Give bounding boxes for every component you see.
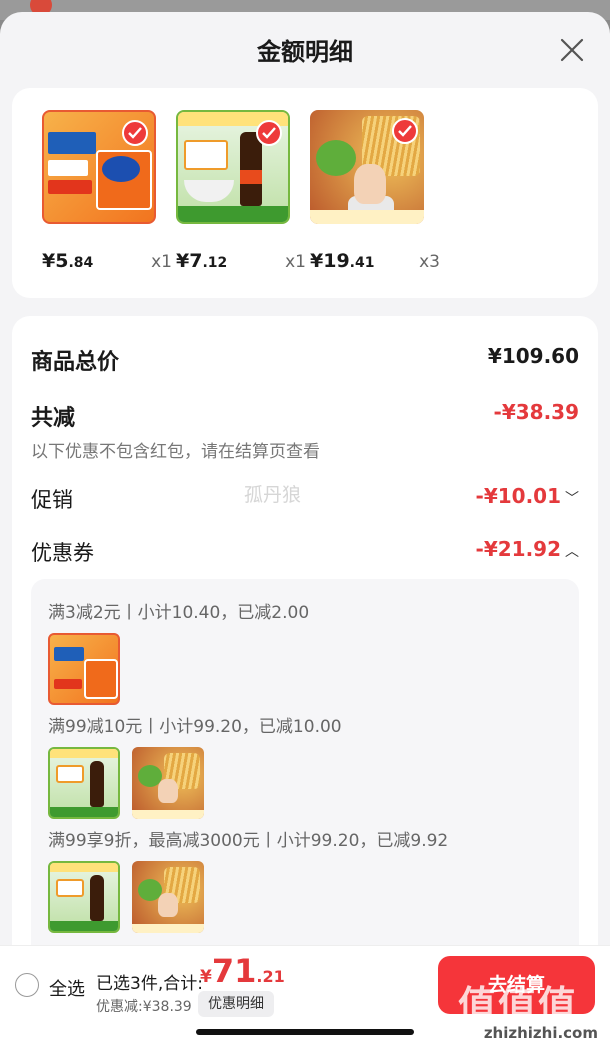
watermark-text: 孤丹狼: [244, 484, 302, 506]
discount-note: 以下优惠不包含红包，请在结算页查看: [31, 442, 320, 462]
coupon-row[interactable]: 优惠券 -¥21.92 ︿: [31, 537, 579, 567]
coupon-value: -¥21.92 ︿: [475, 537, 579, 561]
site-url-watermark: zhizhizhi.com: [483, 1024, 598, 1042]
soy-sauce-product-image: [176, 110, 290, 224]
product-price: ¥19.41: [310, 250, 375, 272]
price-breakdown-card: 商品总价 ¥109.60 共减 -¥38.39 以下优惠不包含红包，请在结算页查…: [12, 316, 598, 1036]
product-price: ¥5.84: [42, 250, 94, 272]
select-all-checkbox[interactable]: [15, 973, 39, 997]
selected-products-card: ¥5.84 x1 ¥7.12 x1 ¥19.41 x3: [12, 88, 598, 298]
checked-icon[interactable]: [256, 120, 282, 146]
discount-amount-text: 优惠减:¥38.39: [96, 999, 192, 1015]
chevron-up-icon: ︿: [565, 544, 579, 560]
product-item[interactable]: ¥7.12 x1: [176, 110, 306, 272]
selected-count-text: 已选3件,合计:: [96, 974, 203, 994]
subtotal-value: ¥109.60: [487, 344, 579, 368]
home-indicator: [196, 1029, 414, 1035]
product-item[interactable]: ¥5.84 x1: [42, 110, 172, 272]
discount-detail-button[interactable]: 优惠明细: [198, 991, 274, 1017]
snail-noodle-product-image: [310, 110, 424, 224]
detergent-thumbnail: [48, 633, 120, 705]
checkout-bar: 全选 已选3件,合计: ¥71.21 优惠减:¥38.39 优惠明细 去结算 值…: [0, 945, 610, 1046]
product-quantity: x1: [285, 252, 306, 272]
checked-icon[interactable]: [122, 120, 148, 146]
select-all-label[interactable]: 全选: [49, 975, 85, 1001]
detergent-product-image: [42, 110, 156, 224]
soy-sauce-thumbnail: [48, 747, 120, 819]
coupon-rule: 满99减10元丨小计99.20，已减10.00: [48, 717, 342, 737]
site-watermark-logo: 值值值: [458, 983, 579, 1027]
promotion-value: -¥10.01 ﹀: [475, 484, 579, 508]
chevron-down-icon: ﹀: [565, 491, 579, 507]
sheet-title: 金额明细: [257, 38, 353, 66]
product-quantity: x1: [151, 252, 172, 272]
product-item[interactable]: ¥19.41 x3: [310, 110, 440, 272]
coupon-rule: 满99享9折，最高减3000元丨小计99.20，已减9.92: [48, 831, 449, 851]
amount-detail-sheet: 金额明细 ¥5.84 x1 ¥7.12 x1 ¥19.41 x3 商品总价 ¥1…: [0, 12, 610, 1046]
product-quantity: x3: [419, 252, 440, 272]
sheet-header: 金额明细: [0, 12, 610, 88]
coupon-rule: 满3减2元丨小计10.40，已减2.00: [48, 603, 310, 623]
total-discount-value: -¥38.39: [493, 400, 579, 424]
close-icon[interactable]: [558, 36, 586, 64]
promotion-row[interactable]: 促销 -¥10.01 ﹀: [31, 484, 579, 514]
snail-noodle-thumbnail: [132, 747, 204, 819]
snail-noodle-thumbnail: [132, 861, 204, 933]
total-price: ¥71.21: [200, 952, 285, 990]
soy-sauce-thumbnail: [48, 861, 120, 933]
checked-icon[interactable]: [392, 118, 418, 144]
product-price: ¥7.12: [176, 250, 228, 272]
subtotal-row: 商品总价 ¥109.60: [31, 344, 579, 376]
total-discount-row: 共减 -¥38.39: [31, 400, 579, 432]
